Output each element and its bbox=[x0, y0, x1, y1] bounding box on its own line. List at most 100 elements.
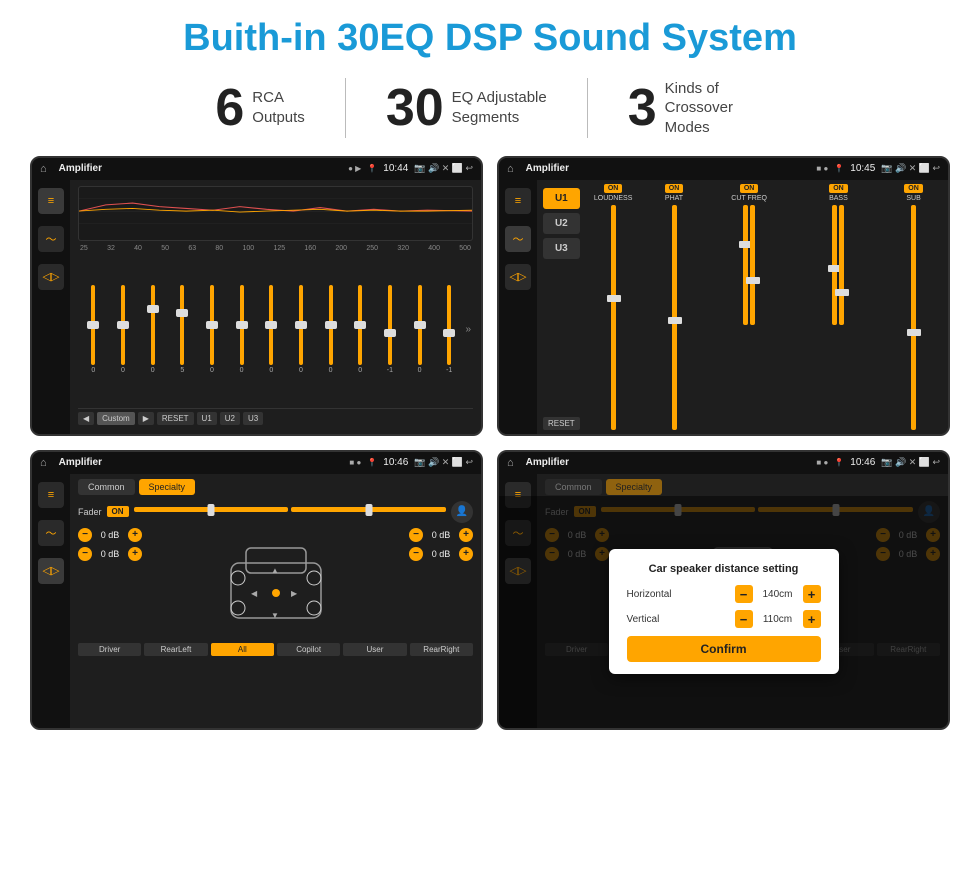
fader-location-icon: 📍 bbox=[367, 458, 377, 467]
fader-tab-common[interactable]: Common bbox=[78, 479, 135, 495]
cross-status-icons: 📷 🔊 ✕ ⬜ ↩ bbox=[881, 163, 940, 174]
slider-val-8: 0 bbox=[299, 367, 303, 374]
eq-slider-8[interactable]: 0 bbox=[288, 285, 315, 374]
fader-sidebar-wave-icon[interactable]: 〜 bbox=[38, 520, 64, 546]
fader-area: − 0 dB + − 0 dB + bbox=[78, 528, 473, 638]
stat-number-3: 3 bbox=[628, 82, 657, 134]
eq-slider-10[interactable]: 0 bbox=[347, 285, 374, 374]
eq-slider-4[interactable]: 5 bbox=[169, 285, 196, 374]
eq-u2-btn[interactable]: U2 bbox=[220, 412, 240, 425]
eq-sidebar-vol-icon[interactable]: ◁▷ bbox=[38, 264, 64, 290]
eq-screen: ⌂ Amplifier ● ▶ 📍 10:44 📷 🔊 ✕ ⬜ ↩ ≡ 〜 ◁▷ bbox=[30, 156, 483, 436]
fader-rearleft-btn[interactable]: RearLeft bbox=[144, 643, 207, 656]
loudness-slider[interactable] bbox=[611, 205, 616, 430]
fader-sidebar-vol-icon[interactable]: ◁▷ bbox=[38, 558, 64, 584]
freq-80: 80 bbox=[215, 245, 223, 252]
fader-tabs: Common Specialty bbox=[78, 479, 473, 495]
vol-val-3: 0 dB bbox=[427, 530, 455, 540]
cross-sidebar-vol-icon[interactable]: ◁▷ bbox=[505, 264, 531, 290]
freq-125: 125 bbox=[273, 245, 285, 252]
cross-sidebar-wave-icon[interactable]: 〜 bbox=[505, 226, 531, 252]
cross-app-name: Amplifier bbox=[526, 163, 811, 174]
eq-slider-9[interactable]: 0 bbox=[317, 285, 344, 374]
crossover-status-bar: ⌂ Amplifier ■ ● 📍 10:45 📷 🔊 ✕ ⬜ ↩ bbox=[499, 158, 948, 180]
eq-reset-btn[interactable]: RESET bbox=[157, 412, 194, 425]
loudness-on: ON bbox=[604, 184, 623, 193]
dialog-horizontal-plus[interactable]: + bbox=[803, 585, 821, 603]
cutfreq-slider-1[interactable] bbox=[743, 205, 748, 325]
ch-u1-btn[interactable]: U1 bbox=[543, 188, 580, 209]
vol-minus-3[interactable]: − bbox=[409, 528, 423, 542]
eq-slider-2[interactable]: 0 bbox=[110, 285, 137, 374]
eq-sidebar-wave-icon[interactable]: 〜 bbox=[38, 226, 64, 252]
eq-play-btn[interactable]: ▶ bbox=[138, 412, 154, 425]
eq-slider-1[interactable]: 0 bbox=[80, 285, 107, 374]
dialog-vertical-minus[interactable]: − bbox=[735, 610, 753, 628]
vol-plus-4[interactable]: + bbox=[459, 547, 473, 561]
vol-minus-1[interactable]: − bbox=[78, 528, 92, 542]
phat-slider[interactable] bbox=[672, 205, 677, 430]
freq-160: 160 bbox=[304, 245, 316, 252]
eq-slider-12[interactable]: 0 bbox=[406, 285, 433, 374]
dialog-horizontal-minus[interactable]: − bbox=[735, 585, 753, 603]
eq-slider-11[interactable]: -1 bbox=[377, 285, 404, 374]
fader-rearright-btn[interactable]: RearRight bbox=[410, 643, 473, 656]
slider-val-10: 0 bbox=[358, 367, 362, 374]
freq-250: 250 bbox=[366, 245, 378, 252]
cross-reset-btn[interactable]: RESET bbox=[543, 417, 580, 430]
fader-all-btn[interactable]: All bbox=[211, 643, 274, 656]
vol-val-2: 0 dB bbox=[96, 549, 124, 559]
eq-u3-btn[interactable]: U3 bbox=[243, 412, 263, 425]
dialog-body: ≡ 〜 ◁▷ Common Specialty Fader ON bbox=[499, 474, 948, 728]
dialog-bg-common: Common bbox=[545, 479, 602, 495]
confirm-button[interactable]: Confirm bbox=[627, 636, 821, 662]
fader-copilot-btn[interactable]: Copilot bbox=[277, 643, 340, 656]
eq-slider-6[interactable]: 0 bbox=[228, 285, 255, 374]
channel-buttons: U1 U2 U3 RESET bbox=[543, 188, 580, 430]
dialog-dots: ■ ● bbox=[816, 458, 828, 467]
vol-plus-1[interactable]: + bbox=[128, 528, 142, 542]
dialog-screen: ⌂ Amplifier ■ ● 📍 10:46 📷 🔊 ✕ ⬜ ↩ ≡ 〜 ◁▷… bbox=[497, 450, 950, 730]
sub-on: ON bbox=[904, 184, 923, 193]
fader-h-slider-1[interactable] bbox=[134, 507, 289, 512]
fader-on-badge: ON bbox=[107, 506, 129, 517]
slider-val-6: 0 bbox=[240, 367, 244, 374]
page: Buith-in 30EQ DSP Sound System 6 RCAOutp… bbox=[0, 0, 980, 881]
vol-row-3: − 0 dB + bbox=[409, 528, 473, 542]
vol-minus-4[interactable]: − bbox=[409, 547, 423, 561]
eq-slider-5[interactable]: 0 bbox=[199, 285, 226, 374]
eq-custom-btn[interactable]: Custom bbox=[97, 412, 135, 425]
vol-plus-3[interactable]: + bbox=[459, 528, 473, 542]
svg-text:▲: ▲ bbox=[271, 566, 279, 575]
eq-u1-btn[interactable]: U1 bbox=[197, 412, 217, 425]
stat-number-1: 6 bbox=[215, 82, 244, 134]
bass-slider-2[interactable] bbox=[839, 205, 844, 325]
ch-u2-btn[interactable]: U2 bbox=[543, 213, 580, 234]
sub-slider[interactable] bbox=[911, 205, 916, 430]
eq-prev-btn[interactable]: ◀ bbox=[78, 412, 94, 425]
eq-sidebar-eq-icon[interactable]: ≡ bbox=[38, 188, 64, 214]
dialog-box: Car speaker distance setting Horizontal … bbox=[609, 549, 839, 674]
cross-sub: ON SUB bbox=[885, 184, 942, 430]
freq-320: 320 bbox=[397, 245, 409, 252]
ch-u3-btn[interactable]: U3 bbox=[543, 238, 580, 259]
fader-h-slider-2[interactable] bbox=[291, 507, 446, 512]
dialog-vertical-plus[interactable]: + bbox=[803, 610, 821, 628]
vol-plus-2[interactable]: + bbox=[128, 547, 142, 561]
fader-sidebar-eq-icon[interactable]: ≡ bbox=[38, 482, 64, 508]
fader-driver-btn[interactable]: Driver bbox=[78, 643, 141, 656]
eq-slider-3[interactable]: 0 bbox=[139, 285, 166, 374]
fader-tab-specialty[interactable]: Specialty bbox=[139, 479, 196, 495]
stat-label-2: EQ AdjustableSegments bbox=[452, 88, 547, 127]
vol-minus-2[interactable]: − bbox=[78, 547, 92, 561]
eq-slider-13[interactable]: -1 bbox=[436, 285, 463, 374]
cross-sidebar-eq-icon[interactable]: ≡ bbox=[505, 188, 531, 214]
fader-user-btn[interactable]: User bbox=[343, 643, 406, 656]
bass-slider-1[interactable] bbox=[832, 205, 837, 325]
page-title: Buith-in 30EQ DSP Sound System bbox=[183, 18, 797, 60]
stat-crossover: 3 Kinds ofCrossover Modes bbox=[588, 79, 805, 138]
eq-slider-7[interactable]: 0 bbox=[258, 285, 285, 374]
cutfreq-slider-2[interactable] bbox=[750, 205, 755, 325]
freq-50: 50 bbox=[161, 245, 169, 252]
slider-val-11: -1 bbox=[387, 367, 393, 374]
